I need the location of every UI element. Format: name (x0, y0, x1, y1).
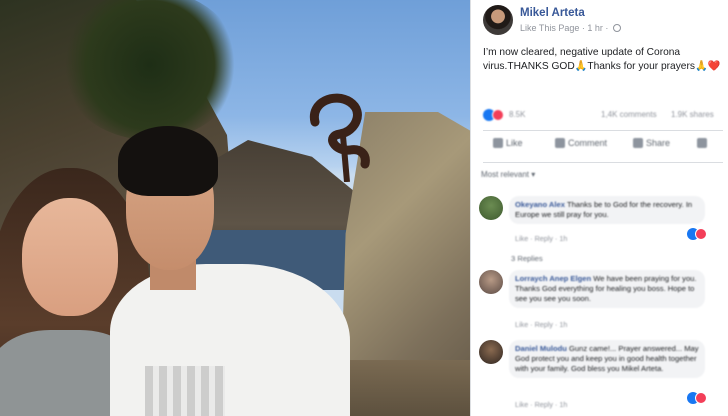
chevron-down-icon: ▾ (531, 170, 536, 179)
comment-label: Comment (568, 138, 608, 148)
comment-avatar[interactable] (479, 196, 503, 220)
more-icon (697, 138, 707, 148)
comment-actions[interactable]: Like · Reply · 1h (515, 320, 567, 329)
love-reaction-icon (695, 392, 707, 404)
photo-man-hair (118, 126, 218, 196)
photo-shirt-print (145, 366, 225, 416)
comment-author[interactable]: Lorraych Anep Elgen (515, 274, 591, 283)
post-actions: Like Comment Share (483, 138, 727, 156)
comment-avatar[interactable] (479, 270, 503, 294)
comment-author[interactable]: Daniel Mulodu (515, 344, 567, 353)
comment-reactions[interactable] (687, 228, 713, 240)
comment-avatar[interactable] (479, 340, 503, 364)
like-icon (493, 138, 503, 148)
comment-bubble: Daniel Mulodu Gunz came!... Prayer answe… (509, 340, 705, 378)
like-page-link[interactable]: Like This Page (520, 23, 579, 33)
comment-bubble: Lorraych Anep Elgen We have been praying… (509, 270, 705, 308)
comment-sort-dropdown[interactable]: Most relevant ▾ (481, 170, 535, 179)
divider (483, 162, 723, 163)
comment-count[interactable]: 1,4K comments (601, 110, 657, 119)
comment-button[interactable]: Comment (555, 138, 607, 148)
post-photo[interactable] (0, 0, 470, 416)
meta-separator: · (605, 23, 611, 33)
page-name-link[interactable]: Mikel Arteta (520, 7, 585, 19)
comment-bubble: Okeyano Alex Thanks be to God for the re… (509, 196, 705, 224)
sort-label: Most relevant (481, 170, 530, 179)
like-label: Like (506, 138, 523, 148)
share-icon (633, 138, 643, 148)
reaction-count[interactable]: 8.5K (509, 110, 525, 119)
post-time[interactable]: 1 hr (587, 23, 603, 33)
like-button[interactable]: Like (493, 138, 523, 148)
photo-sculpture (309, 93, 370, 182)
post-header: Mikel Arteta Like This Page · 1 hr · (483, 5, 723, 39)
share-label: Share (646, 138, 671, 148)
post-text: I’m now cleared, negative update of Coro… (483, 47, 721, 72)
globe-icon (612, 24, 621, 32)
love-reaction-icon[interactable] (492, 109, 504, 121)
share-button[interactable]: Share (633, 138, 670, 148)
view-replies-link[interactable]: 3 Replies (511, 254, 543, 263)
page-avatar[interactable] (483, 5, 513, 35)
reactions-row: 8.5K 1,4K comments 1.9K shares (483, 108, 723, 124)
comment-icon (555, 138, 565, 148)
share-count[interactable]: 1.9K shares (671, 110, 714, 119)
photo-woman-face (22, 198, 118, 316)
comment-actions[interactable]: Like · Reply · 1h (515, 234, 567, 243)
comment-reactions[interactable] (687, 392, 713, 404)
post-panel: Mikel Arteta Like This Page · 1 hr · I’m… (470, 0, 728, 416)
divider (483, 130, 723, 131)
comment-actions[interactable]: Like · Reply · 1h (515, 400, 567, 409)
post-meta: Like This Page · 1 hr · (520, 23, 621, 33)
comment-author[interactable]: Okeyano Alex (515, 200, 565, 209)
more-reactions-button[interactable] (697, 138, 707, 148)
love-reaction-icon (695, 228, 707, 240)
